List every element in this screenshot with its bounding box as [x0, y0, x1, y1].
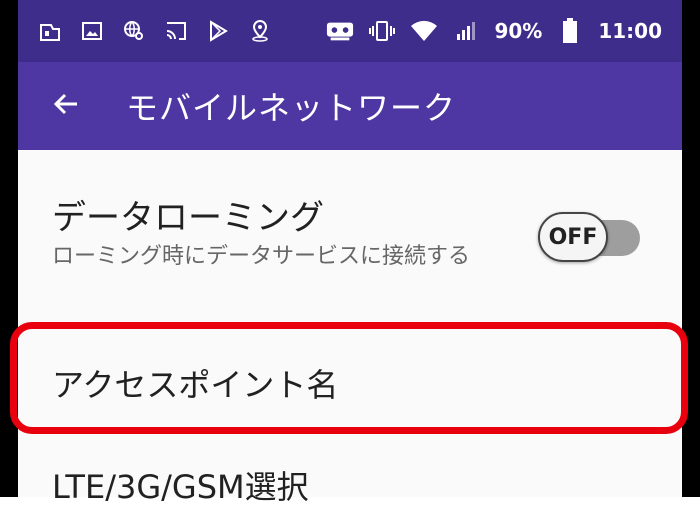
page-title: モバイルネットワーク	[126, 89, 457, 127]
battery-percent: 90%	[494, 19, 543, 43]
data-roaming-row[interactable]: データローミング ローミング時にデータサービスに接続する OFF	[18, 150, 682, 310]
vibrate-icon	[368, 17, 396, 45]
data-roaming-summary: ローミング時にデータサービスに接続する	[52, 244, 471, 269]
data-roaming-toggle[interactable]: OFF	[538, 212, 642, 264]
network-mode-label: LTE/3G/GSM選択	[52, 468, 309, 506]
cast-icon	[162, 17, 190, 45]
globe-search-icon	[120, 17, 148, 45]
status-icons-right: 90% 11:00	[326, 17, 662, 45]
back-button[interactable]	[36, 76, 96, 136]
device-frame-left	[0, 0, 18, 497]
settings-list: データローミング ローミング時にデータサービスに接続する OFF アクセスポイン…	[10, 150, 688, 506]
clock: 11:00	[598, 19, 662, 43]
data-roaming-title: データローミング	[52, 198, 324, 238]
network-mode-row[interactable]: LTE/3G/GSM選択	[18, 458, 682, 518]
sim-icon	[36, 17, 64, 45]
status-icons-left	[36, 17, 274, 45]
signal-icon	[452, 17, 480, 45]
apn-row[interactable]: アクセスポイント名	[10, 322, 688, 434]
play-store-icon	[204, 17, 232, 45]
arrow-back-icon	[51, 89, 81, 123]
apn-label: アクセスポイント名	[52, 366, 339, 404]
image-icon	[78, 17, 106, 45]
battery-icon	[556, 17, 584, 45]
status-bar: 90% 11:00	[18, 0, 682, 62]
device-frame-right	[682, 0, 700, 497]
wifi-icon	[410, 17, 438, 45]
app-bar: モバイルネットワーク	[18, 62, 682, 150]
toggle-thumb: OFF	[538, 212, 608, 262]
vr-icon	[326, 17, 354, 45]
location-icon	[246, 17, 274, 45]
